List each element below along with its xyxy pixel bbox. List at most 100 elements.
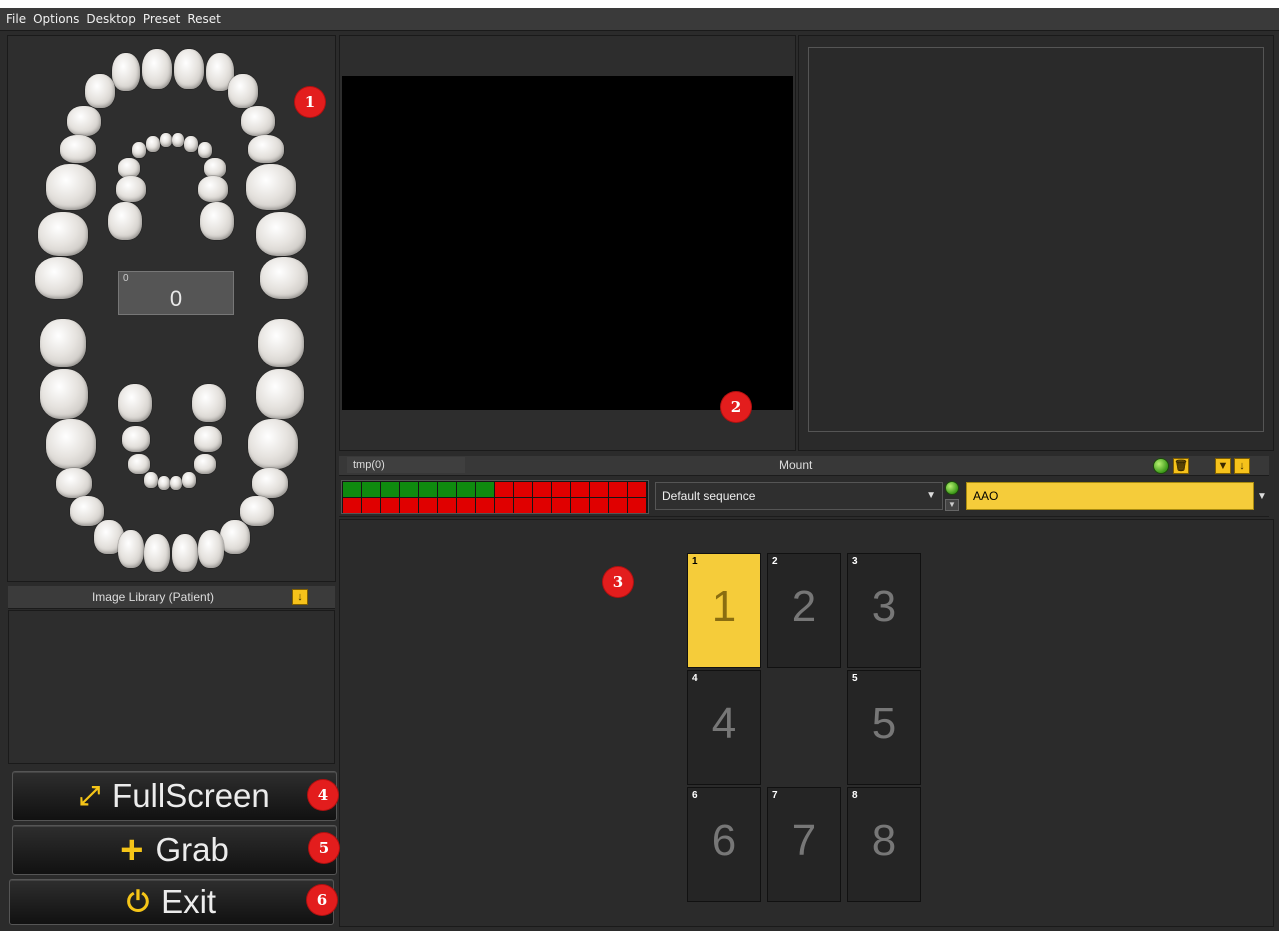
download-icon[interactable]: ↓ (1234, 458, 1250, 474)
progress-cell (476, 498, 494, 513)
mount-slot-4[interactable]: 44 (687, 670, 761, 785)
tooth[interactable] (256, 369, 304, 419)
tooth[interactable] (170, 476, 182, 490)
tooth[interactable] (56, 468, 92, 498)
tooth[interactable] (172, 133, 184, 147)
slot-index-label: 4 (692, 673, 698, 684)
tooth[interactable] (144, 534, 170, 572)
tooth[interactable] (192, 384, 226, 422)
sequence-green-icon[interactable] (945, 481, 959, 495)
callout-marker-1: 1 (295, 87, 325, 117)
menu-preset[interactable]: Preset (143, 12, 180, 26)
mount-slot-2[interactable]: 22 (767, 553, 841, 668)
tooth[interactable] (256, 212, 306, 256)
tooth[interactable] (146, 136, 160, 152)
tooth[interactable] (248, 419, 298, 469)
slot-number: 4 (711, 699, 737, 748)
tooth[interactable] (67, 106, 101, 136)
menu-file[interactable]: File (6, 12, 26, 26)
progress-cell (400, 498, 418, 513)
tooth[interactable] (122, 426, 150, 452)
mount-slot-1[interactable]: 11 (687, 553, 761, 668)
progress-cell (419, 498, 437, 513)
progress-cell (533, 482, 551, 497)
tooth[interactable] (240, 496, 274, 526)
progress-cell (514, 482, 532, 497)
menu-desktop[interactable]: Desktop (86, 12, 136, 26)
progress-cell (590, 498, 608, 513)
tooth[interactable] (198, 176, 228, 202)
menu-options[interactable]: Options (33, 12, 79, 26)
progress-cell (552, 498, 570, 513)
chevron-down-icon[interactable]: ▼ (1257, 491, 1267, 502)
tooth[interactable] (35, 257, 83, 299)
image-library-panel (8, 610, 335, 764)
tooth[interactable] (128, 454, 150, 474)
menu-reset[interactable]: Reset (187, 12, 221, 26)
sequence-row: Default sequence ▼ ▼ AAO ▼ (339, 477, 1269, 517)
tooth[interactable] (194, 426, 222, 452)
tooth[interactable] (248, 135, 284, 163)
tooth[interactable] (118, 158, 140, 178)
tooth[interactable] (116, 176, 146, 202)
tooth[interactable] (40, 319, 86, 367)
mount-slot-7[interactable]: 77 (767, 787, 841, 902)
tooth[interactable] (200, 202, 234, 240)
tooth[interactable] (158, 476, 170, 490)
tooth[interactable] (38, 212, 88, 256)
tooth[interactable] (184, 136, 198, 152)
tooth[interactable] (144, 472, 158, 488)
progress-cell (362, 482, 380, 497)
tooth[interactable] (174, 49, 204, 89)
tooth[interactable] (46, 164, 96, 210)
image-library-header: Image Library (Patient) ↓ (8, 586, 335, 609)
mount-slot-5[interactable]: 55 (847, 670, 921, 785)
tooth[interactable] (40, 369, 88, 419)
menu-bar: File Options Desktop Preset Reset (0, 8, 1279, 31)
tooth[interactable] (241, 106, 275, 136)
download-icon[interactable]: ↓ (292, 589, 308, 605)
tooth[interactable] (118, 384, 152, 422)
tooth[interactable] (194, 454, 216, 474)
tooth[interactable] (172, 534, 198, 572)
progress-cell (381, 482, 399, 497)
tooth[interactable] (108, 202, 142, 240)
status-green-icon[interactable] (1153, 458, 1169, 474)
tooth[interactable] (258, 319, 304, 367)
mount-slot-3[interactable]: 33 (847, 553, 921, 668)
tooth[interactable] (112, 53, 140, 91)
progress-cell (571, 498, 589, 513)
slot-index-label: 2 (772, 556, 778, 567)
sequence-dropdown[interactable]: Default sequence ▼ (655, 482, 943, 510)
tooth[interactable] (132, 142, 146, 158)
tooth[interactable] (46, 419, 96, 469)
tooth[interactable] (85, 74, 115, 108)
fullscreen-button[interactable]: ⤢ FullScreen (12, 771, 337, 821)
tooth[interactable] (142, 49, 172, 89)
slot-number: 2 (791, 582, 817, 631)
tooth[interactable] (228, 74, 258, 108)
progress-cell (552, 482, 570, 497)
tooth[interactable] (252, 468, 288, 498)
grab-button[interactable]: + Grab (12, 825, 337, 875)
mount-slot-6[interactable]: 66 (687, 787, 761, 902)
exit-button[interactable]: ⏻ Exit (9, 879, 334, 925)
tooth[interactable] (204, 158, 226, 178)
filter-icon[interactable]: ▼ (1215, 458, 1231, 474)
tooth[interactable] (198, 142, 212, 158)
template-dropdown[interactable]: AAO (966, 482, 1254, 510)
tooth[interactable] (118, 530, 144, 568)
mount-slot-8[interactable]: 88 (847, 787, 921, 902)
trash-icon[interactable]: 🗑 (1173, 458, 1189, 474)
tooth[interactable] (220, 520, 250, 554)
callout-marker-5: 5 (309, 833, 339, 863)
tooth[interactable] (260, 257, 308, 299)
tooth-counter: 0 0 (118, 271, 234, 315)
tooth[interactable] (70, 496, 104, 526)
tooth[interactable] (198, 530, 224, 568)
tooth[interactable] (182, 472, 196, 488)
sequence-down-arrow-icon[interactable]: ▼ (945, 499, 959, 511)
tooth[interactable] (160, 133, 172, 147)
tooth[interactable] (60, 135, 96, 163)
tooth[interactable] (246, 164, 296, 210)
